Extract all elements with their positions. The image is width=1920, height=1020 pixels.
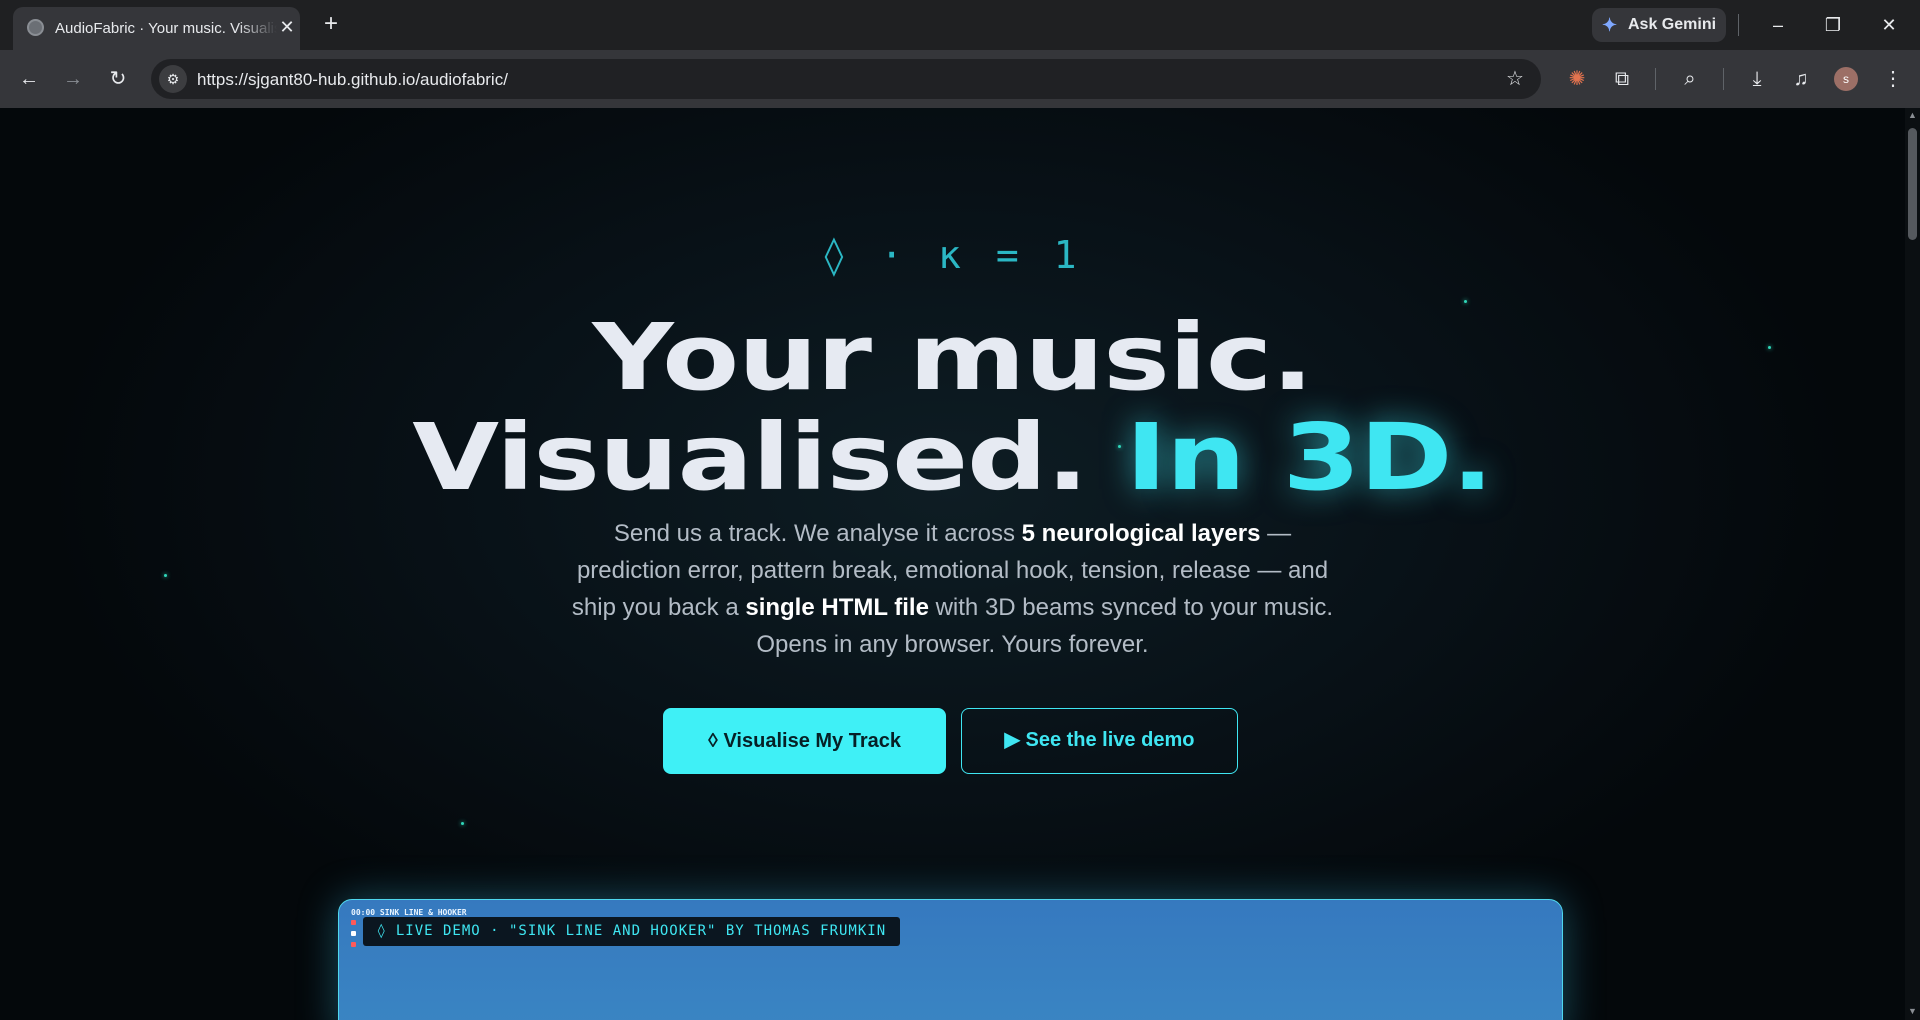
star-particle bbox=[1464, 300, 1467, 303]
visualise-my-track-button[interactable]: ◊ Visualise My Track bbox=[663, 708, 946, 774]
lede-text: Send us a track. We analyse it across bbox=[613, 520, 1022, 547]
gemini-sparkle-icon: ✦ bbox=[1602, 15, 1618, 35]
media-queue-icon[interactable]: ♫ bbox=[1786, 64, 1816, 94]
hero-description: Send us a track. We analyse it across 5 … bbox=[540, 515, 1365, 663]
globe-icon bbox=[27, 19, 44, 36]
url-text[interactable]: https://sjgant80-hub.github.io/audiofabr… bbox=[197, 70, 508, 90]
scroll-down-icon[interactable]: ▼ bbox=[1907, 1006, 1918, 1017]
divider bbox=[1738, 14, 1739, 36]
demo-hud-text: 00:00 SINK LINE & HOOKER bbox=[351, 908, 467, 917]
scroll-up-icon[interactable]: ▲ bbox=[1907, 110, 1918, 121]
new-tab-button[interactable]: + bbox=[318, 12, 344, 38]
lede-text: with 3D beams synced to your music. bbox=[928, 594, 1334, 621]
lede-text: ship you back a bbox=[571, 594, 746, 621]
hud-indicator-dot bbox=[351, 931, 356, 936]
lede-text: — bbox=[1260, 520, 1292, 547]
browser-toolbar: ← → ↻ ⚙ https://sjgant80-hub.github.io/a… bbox=[0, 50, 1920, 108]
divider bbox=[1655, 68, 1656, 90]
ask-gemini-button[interactable]: ✦ Ask Gemini bbox=[1592, 8, 1726, 42]
reload-icon[interactable]: ↻ bbox=[103, 64, 133, 94]
headline-line-2: Visualised. In 3D. bbox=[0, 408, 1905, 508]
bookmark-star-icon[interactable]: ☆ bbox=[1500, 64, 1530, 94]
tab-bar: AudioFabric · Your music. Visualised. In… bbox=[0, 0, 1920, 50]
tab-title: AudioFabric · Your music. Visualised. In… bbox=[55, 20, 277, 37]
close-icon[interactable]: ✕ bbox=[1874, 10, 1904, 40]
divider bbox=[1723, 68, 1724, 90]
minimize-icon[interactable]: – bbox=[1763, 10, 1793, 40]
lede-text: prediction error, pattern break, emotion… bbox=[576, 557, 1329, 584]
tab-close-icon[interactable]: ✕ bbox=[276, 16, 298, 38]
headline-accent: In 3D. bbox=[1125, 404, 1494, 511]
lede-emphasis: 5 neurological layers bbox=[1021, 520, 1261, 547]
site-info-icon[interactable]: ⚙ bbox=[159, 65, 187, 93]
lede-text: Opens in any browser. Yours forever. bbox=[756, 631, 1149, 658]
vertical-scrollbar[interactable]: ▲ ▼ bbox=[1905, 108, 1920, 1020]
page-content: ◊ · κ = 1 Your music. Visualised. In 3D.… bbox=[0, 108, 1905, 1020]
back-icon[interactable]: ← bbox=[14, 64, 44, 94]
demo-hud-indicators bbox=[351, 920, 357, 953]
star-particle bbox=[164, 574, 167, 577]
scrollbar-thumb[interactable] bbox=[1908, 128, 1917, 240]
star-particle bbox=[461, 822, 464, 825]
lede-emphasis: single HTML file bbox=[745, 594, 929, 621]
extensions-icon[interactable]: ⧉ bbox=[1607, 64, 1637, 94]
live-demo-canvas[interactable]: 00:00 SINK LINE & HOOKER ◊ LIVE DEMO · "… bbox=[338, 899, 1563, 1020]
forward-icon[interactable]: → bbox=[58, 64, 88, 94]
see-live-demo-button[interactable]: ▶ See the live demo bbox=[961, 708, 1238, 774]
hud-indicator-dot bbox=[351, 920, 356, 925]
headline-visualised: Visualised. bbox=[412, 404, 1088, 511]
hud-indicator-dot bbox=[351, 942, 356, 947]
browser-tab[interactable]: AudioFabric · Your music. Visualised. In… bbox=[13, 7, 300, 50]
tab-search-icon[interactable]: ⌕ bbox=[1675, 64, 1705, 94]
ask-gemini-label: Ask Gemini bbox=[1628, 16, 1717, 33]
claude-extension-icon[interactable]: ✺ bbox=[1562, 64, 1592, 94]
restore-icon[interactable]: ❐ bbox=[1818, 10, 1848, 40]
menu-icon[interactable]: ⋮ bbox=[1878, 64, 1908, 94]
address-bar[interactable]: ⚙ https://sjgant80-hub.github.io/audiofa… bbox=[151, 59, 1541, 99]
eyebrow-formula: ◊ · κ = 1 bbox=[822, 233, 1083, 277]
headline-line-1: Your music. bbox=[592, 304, 1314, 411]
avatar[interactable]: s bbox=[1834, 67, 1858, 91]
live-demo-badge: ◊ LIVE DEMO · "SINK LINE AND HOOKER" BY … bbox=[363, 917, 901, 946]
download-icon[interactable]: ⤓ bbox=[1742, 64, 1772, 94]
